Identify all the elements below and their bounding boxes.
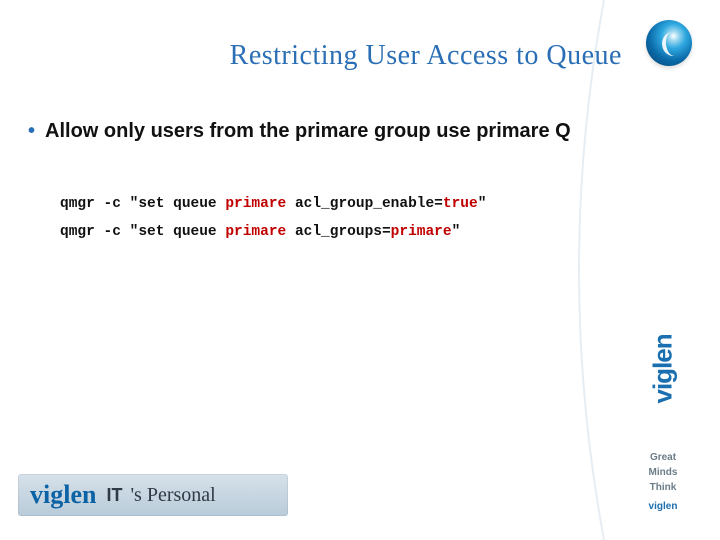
code-highlight: true: [443, 196, 478, 212]
slide-title: Restricting User Access to Queue: [0, 40, 622, 72]
code-text: qmgr -c "set queue: [60, 196, 225, 212]
code-line-1: qmgr -c "set queue primare acl_group_ena…: [60, 191, 610, 219]
code-highlight: primare: [225, 224, 286, 240]
side-brand-small: viglen: [634, 501, 692, 512]
bullet-text: Allow only users from the primare group …: [45, 120, 571, 143]
code-highlight: primare: [391, 224, 452, 240]
side-tag-line: Think: [634, 480, 692, 495]
slide: Restricting User Access to Queue • Allow…: [0, 0, 720, 540]
code-text: acl_groups=: [286, 224, 390, 240]
banner-brand: viglen: [30, 480, 96, 510]
side-brand: viglen Great Minds Think viglen: [634, 359, 692, 512]
code-text: ": [478, 196, 487, 212]
brand-logo-icon: viglen: [648, 346, 679, 404]
banner-tag: 's Personal: [130, 484, 215, 507]
decorative-curve: [544, 0, 624, 540]
code-text: acl_group_enable=: [286, 196, 443, 212]
sphere-logo-icon: [646, 20, 692, 66]
side-tagline: Great Minds Think: [634, 450, 692, 495]
side-tag-line: Minds: [634, 465, 692, 480]
bullet-item: • Allow only users from the primare grou…: [28, 120, 610, 143]
code-line-2: qmgr -c "set queue primare acl_groups=pr…: [60, 219, 610, 247]
code-text: ": [452, 224, 461, 240]
code-text: qmgr -c "set queue: [60, 224, 225, 240]
code-block: qmgr -c "set queue primare acl_group_ena…: [60, 191, 610, 246]
slide-content: • Allow only users from the primare grou…: [28, 120, 610, 246]
bullet-icon: •: [28, 121, 35, 141]
bottom-banner: viglen IT 's Personal: [18, 474, 288, 516]
code-highlight: primare: [225, 196, 286, 212]
side-tag-line: Great: [634, 450, 692, 465]
banner-it: IT: [106, 485, 122, 506]
